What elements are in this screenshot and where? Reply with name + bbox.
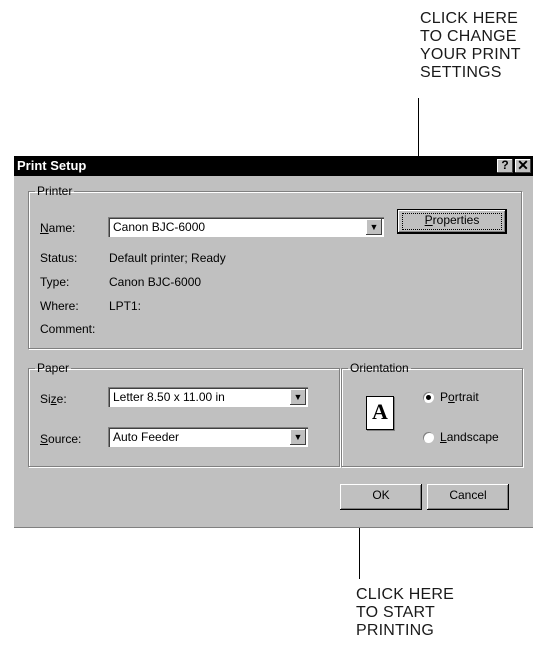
type-label: Type: (40, 275, 70, 289)
type-value: Canon BJC-6000 (109, 275, 202, 289)
where-value: LPT1: (109, 299, 142, 313)
paper-source-value: Auto Feeder (113, 430, 180, 444)
paper-group: Paper (28, 362, 340, 467)
ok-button[interactable]: OK (340, 484, 422, 510)
cancel-button[interactable]: Cancel (427, 484, 509, 510)
portrait-page-icon: A (366, 396, 394, 430)
callout-line: TO START (356, 604, 435, 621)
status-label: Status: (40, 251, 78, 265)
properties-button[interactable]: Properties (397, 209, 507, 234)
callout-line: YOUR PRINT (420, 46, 521, 63)
paper-size-value: Letter 8.50 x 11.00 in (113, 390, 225, 404)
landscape-radio[interactable] (423, 432, 434, 443)
orientation-group-label: Orientation (350, 361, 409, 375)
callout-start-printing: CLICK HERE TO START PRINTING (356, 586, 454, 640)
chevron-down-icon[interactable]: ▼ (366, 219, 382, 235)
paper-group-label: Paper (37, 361, 70, 375)
callout-line: PRINTING (356, 622, 435, 639)
radio-selected-dot (426, 395, 431, 400)
focus-rectangle (402, 213, 502, 230)
chevron-down-icon[interactable]: ▼ (290, 429, 306, 445)
chevron-down-icon[interactable]: ▼ (290, 389, 306, 405)
where-label: Where: (40, 299, 79, 313)
dialog-title: Print Setup (17, 158, 87, 173)
printer-name-value: Canon BJC-6000 (113, 220, 206, 234)
callout-line: CLICK HERE (356, 586, 455, 603)
comment-label: Comment: (40, 322, 96, 336)
callout-line: SETTINGS (420, 64, 502, 81)
source-label: Source: (40, 432, 82, 446)
paper-size-dropdown[interactable]: Letter 8.50 x 11.00 in ▼ (108, 387, 308, 407)
callout-line: CLICK HERE (420, 10, 519, 27)
portrait-label[interactable]: Portrait (440, 390, 479, 404)
dialog-titlebar[interactable]: Print Setup ? ✕ (14, 156, 533, 176)
landscape-label[interactable]: Landscape (440, 430, 499, 444)
callout-line: TO CHANGE (420, 28, 517, 45)
help-icon[interactable]: ? (497, 159, 513, 173)
printer-group-label: Printer (37, 184, 73, 198)
printer-name-dropdown[interactable]: Canon BJC-6000 ▼ (108, 217, 384, 237)
print-setup-dialog: Print Setup ? ✕ Printer Name: Canon BJC-… (14, 156, 533, 528)
close-icon[interactable]: ✕ (515, 158, 531, 173)
callout-change-settings: CLICK HERE TO CHANGE YOUR PRINT SETTINGS (420, 10, 521, 82)
portrait-radio[interactable] (423, 392, 434, 403)
name-label: Name: (40, 221, 76, 235)
status-value: Default printer; Ready (109, 251, 226, 265)
size-label: Size: (40, 392, 67, 406)
paper-source-dropdown[interactable]: Auto Feeder ▼ (108, 427, 308, 447)
